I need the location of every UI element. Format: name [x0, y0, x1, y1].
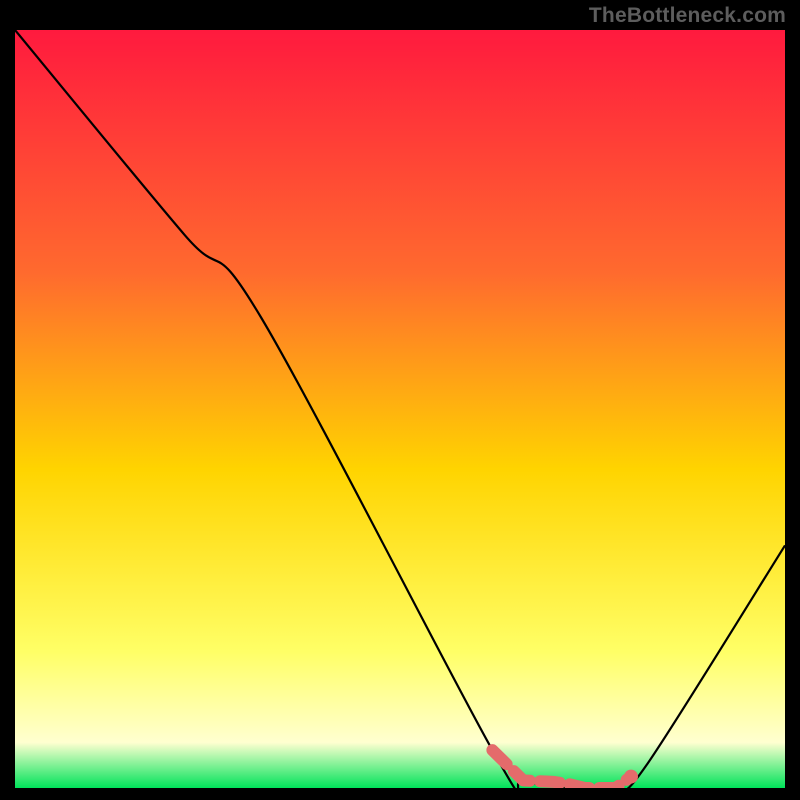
bottleneck-chart [15, 30, 785, 788]
highlight-dot [624, 770, 638, 784]
chart-frame [15, 30, 785, 788]
gradient-background [15, 30, 785, 788]
watermark-text: TheBottleneck.com [589, 4, 786, 28]
